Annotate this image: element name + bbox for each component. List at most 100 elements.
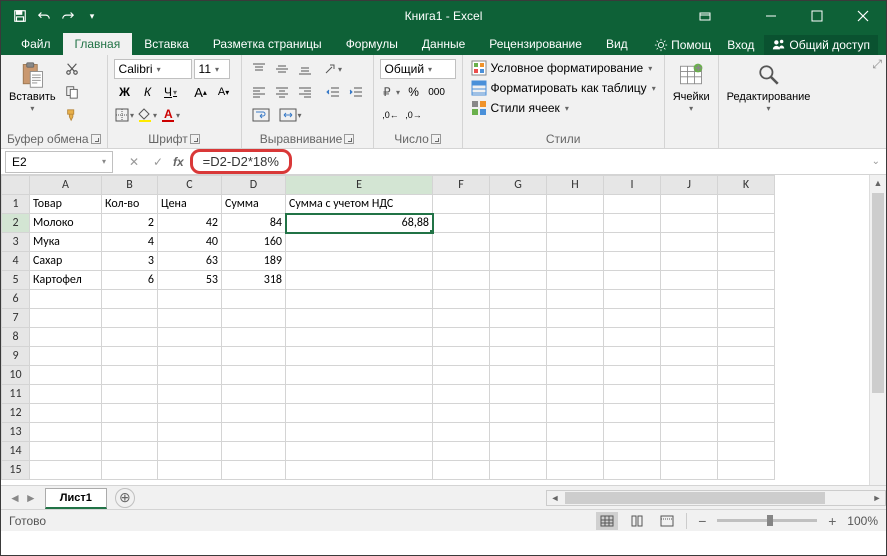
editing-button[interactable]: Редактирование ▾ bbox=[725, 59, 813, 116]
row-header[interactable]: 4 bbox=[2, 252, 30, 271]
zoom-slider[interactable] bbox=[717, 519, 817, 522]
sheet-tab[interactable]: Лист1 bbox=[45, 488, 107, 509]
login-button[interactable]: Вход bbox=[721, 36, 760, 54]
align-center-icon[interactable] bbox=[271, 82, 293, 102]
tab-formulas[interactable]: Формулы bbox=[334, 33, 410, 55]
horizontal-scrollbar[interactable]: ◄► bbox=[546, 490, 886, 506]
cell[interactable]: Цена bbox=[158, 195, 222, 214]
tab-review[interactable]: Рецензирование bbox=[477, 33, 594, 55]
tab-insert[interactable]: Вставка bbox=[132, 33, 201, 55]
row-header[interactable]: 3 bbox=[2, 233, 30, 252]
spreadsheet-grid[interactable]: A B C D E F G H I J K 1ТоварКол-воЦенаСу… bbox=[1, 175, 886, 485]
cell[interactable] bbox=[286, 252, 433, 271]
cell[interactable]: Сумма bbox=[222, 195, 286, 214]
col-header[interactable]: D bbox=[222, 176, 286, 195]
decrease-font-icon[interactable]: A▾ bbox=[213, 82, 235, 102]
align-dialog-launcher[interactable] bbox=[344, 134, 354, 144]
cell[interactable]: 189 bbox=[222, 252, 286, 271]
align-bottom-icon[interactable] bbox=[294, 59, 316, 79]
cell[interactable]: 4 bbox=[102, 233, 158, 252]
number-dialog-launcher[interactable] bbox=[431, 134, 441, 144]
orientation-icon[interactable]: ▾ bbox=[322, 59, 344, 79]
minimize-icon[interactable] bbox=[748, 1, 794, 31]
col-header[interactable]: J bbox=[661, 176, 718, 195]
align-middle-icon[interactable] bbox=[271, 59, 293, 79]
enter-formula-icon[interactable]: ✓ bbox=[149, 155, 167, 169]
page-break-view-icon[interactable] bbox=[656, 512, 678, 530]
ribbon-options-icon[interactable] bbox=[682, 1, 728, 31]
align-top-icon[interactable] bbox=[248, 59, 270, 79]
page-layout-view-icon[interactable] bbox=[626, 512, 648, 530]
underline-button[interactable]: Ч▾ bbox=[160, 82, 182, 102]
col-header[interactable]: B bbox=[102, 176, 158, 195]
comma-format-icon[interactable]: 000 bbox=[426, 82, 448, 102]
font-family-combo[interactable]: Calibri▾ bbox=[114, 59, 192, 79]
borders-icon[interactable]: ▾ bbox=[114, 105, 136, 125]
cell[interactable]: 84 bbox=[222, 214, 286, 233]
cell[interactable]: 6 bbox=[102, 271, 158, 290]
row-header[interactable]: 11 bbox=[2, 385, 30, 404]
accounting-format-icon[interactable]: ₽▾ bbox=[380, 82, 402, 102]
format-painter-icon[interactable] bbox=[62, 105, 82, 125]
vertical-scrollbar[interactable]: ▲ bbox=[869, 175, 886, 485]
wrap-text-icon[interactable] bbox=[248, 105, 274, 125]
italic-button[interactable]: К bbox=[137, 82, 159, 102]
save-icon[interactable] bbox=[9, 5, 31, 27]
col-header[interactable]: I bbox=[604, 176, 661, 195]
sheet-nav-next-icon[interactable]: ► bbox=[25, 491, 37, 505]
bold-button[interactable]: Ж bbox=[114, 82, 136, 102]
collapse-ribbon-icon[interactable]: ⤢ bbox=[868, 55, 886, 148]
row-header[interactable]: 13 bbox=[2, 423, 30, 442]
fx-icon[interactable]: fx bbox=[173, 155, 184, 169]
cell[interactable]: 42 bbox=[158, 214, 222, 233]
tab-page-layout[interactable]: Разметка страницы bbox=[201, 33, 334, 55]
row-header[interactable]: 1 bbox=[2, 195, 30, 214]
active-cell[interactable]: 68,88 bbox=[286, 214, 433, 233]
col-header[interactable]: H bbox=[547, 176, 604, 195]
align-left-icon[interactable] bbox=[248, 82, 270, 102]
cell[interactable]: Кол-во bbox=[102, 195, 158, 214]
select-all-corner[interactable] bbox=[2, 176, 30, 195]
row-header[interactable]: 7 bbox=[2, 309, 30, 328]
conditional-formatting-button[interactable]: Условное форматирование▾ bbox=[469, 59, 655, 77]
expand-formula-bar-icon[interactable]: ⌄ bbox=[872, 156, 880, 167]
cell[interactable]: 63 bbox=[158, 252, 222, 271]
tab-data[interactable]: Данные bbox=[410, 33, 477, 55]
cell[interactable] bbox=[286, 233, 433, 252]
row-header[interactable]: 8 bbox=[2, 328, 30, 347]
cells-button[interactable]: + Ячейки ▾ bbox=[671, 59, 712, 116]
cell[interactable]: 3 bbox=[102, 252, 158, 271]
row-header[interactable]: 6 bbox=[2, 290, 30, 309]
help-button[interactable]: Помощ bbox=[648, 36, 717, 54]
decrease-indent-icon[interactable] bbox=[322, 82, 344, 102]
cell[interactable]: Сумма с учетом НДС bbox=[286, 195, 433, 214]
increase-indent-icon[interactable] bbox=[345, 82, 367, 102]
redo-icon[interactable] bbox=[57, 5, 79, 27]
col-header[interactable]: C bbox=[158, 176, 222, 195]
zoom-out-button[interactable]: − bbox=[695, 513, 709, 529]
tab-view[interactable]: Вид bbox=[594, 33, 640, 55]
row-header[interactable]: 12 bbox=[2, 404, 30, 423]
add-sheet-button[interactable]: ⊕ bbox=[115, 488, 135, 508]
formula-input[interactable]: =D2-D2*18% bbox=[190, 149, 292, 174]
copy-icon[interactable] bbox=[62, 82, 82, 102]
cell[interactable] bbox=[286, 271, 433, 290]
close-icon[interactable] bbox=[840, 1, 886, 31]
cut-icon[interactable] bbox=[62, 59, 82, 79]
number-format-combo[interactable]: Общий▾ bbox=[380, 59, 456, 79]
col-header[interactable]: K bbox=[718, 176, 775, 195]
tab-home[interactable]: Главная bbox=[63, 33, 133, 55]
font-size-combo[interactable]: 11▾ bbox=[194, 59, 230, 79]
row-header[interactable]: 14 bbox=[2, 442, 30, 461]
row-header[interactable]: 15 bbox=[2, 461, 30, 480]
tab-file[interactable]: Файл bbox=[9, 33, 63, 55]
cell[interactable]: Картофел bbox=[30, 271, 102, 290]
cell[interactable]: 40 bbox=[158, 233, 222, 252]
col-header[interactable]: F bbox=[433, 176, 490, 195]
cell[interactable]: Мука bbox=[30, 233, 102, 252]
normal-view-icon[interactable] bbox=[596, 512, 618, 530]
row-header[interactable]: 9 bbox=[2, 347, 30, 366]
share-button[interactable]: Общий доступ bbox=[764, 35, 878, 55]
paste-button[interactable]: Вставить ▾ bbox=[7, 59, 58, 116]
increase-decimal-icon[interactable]: ,0← bbox=[380, 105, 402, 125]
